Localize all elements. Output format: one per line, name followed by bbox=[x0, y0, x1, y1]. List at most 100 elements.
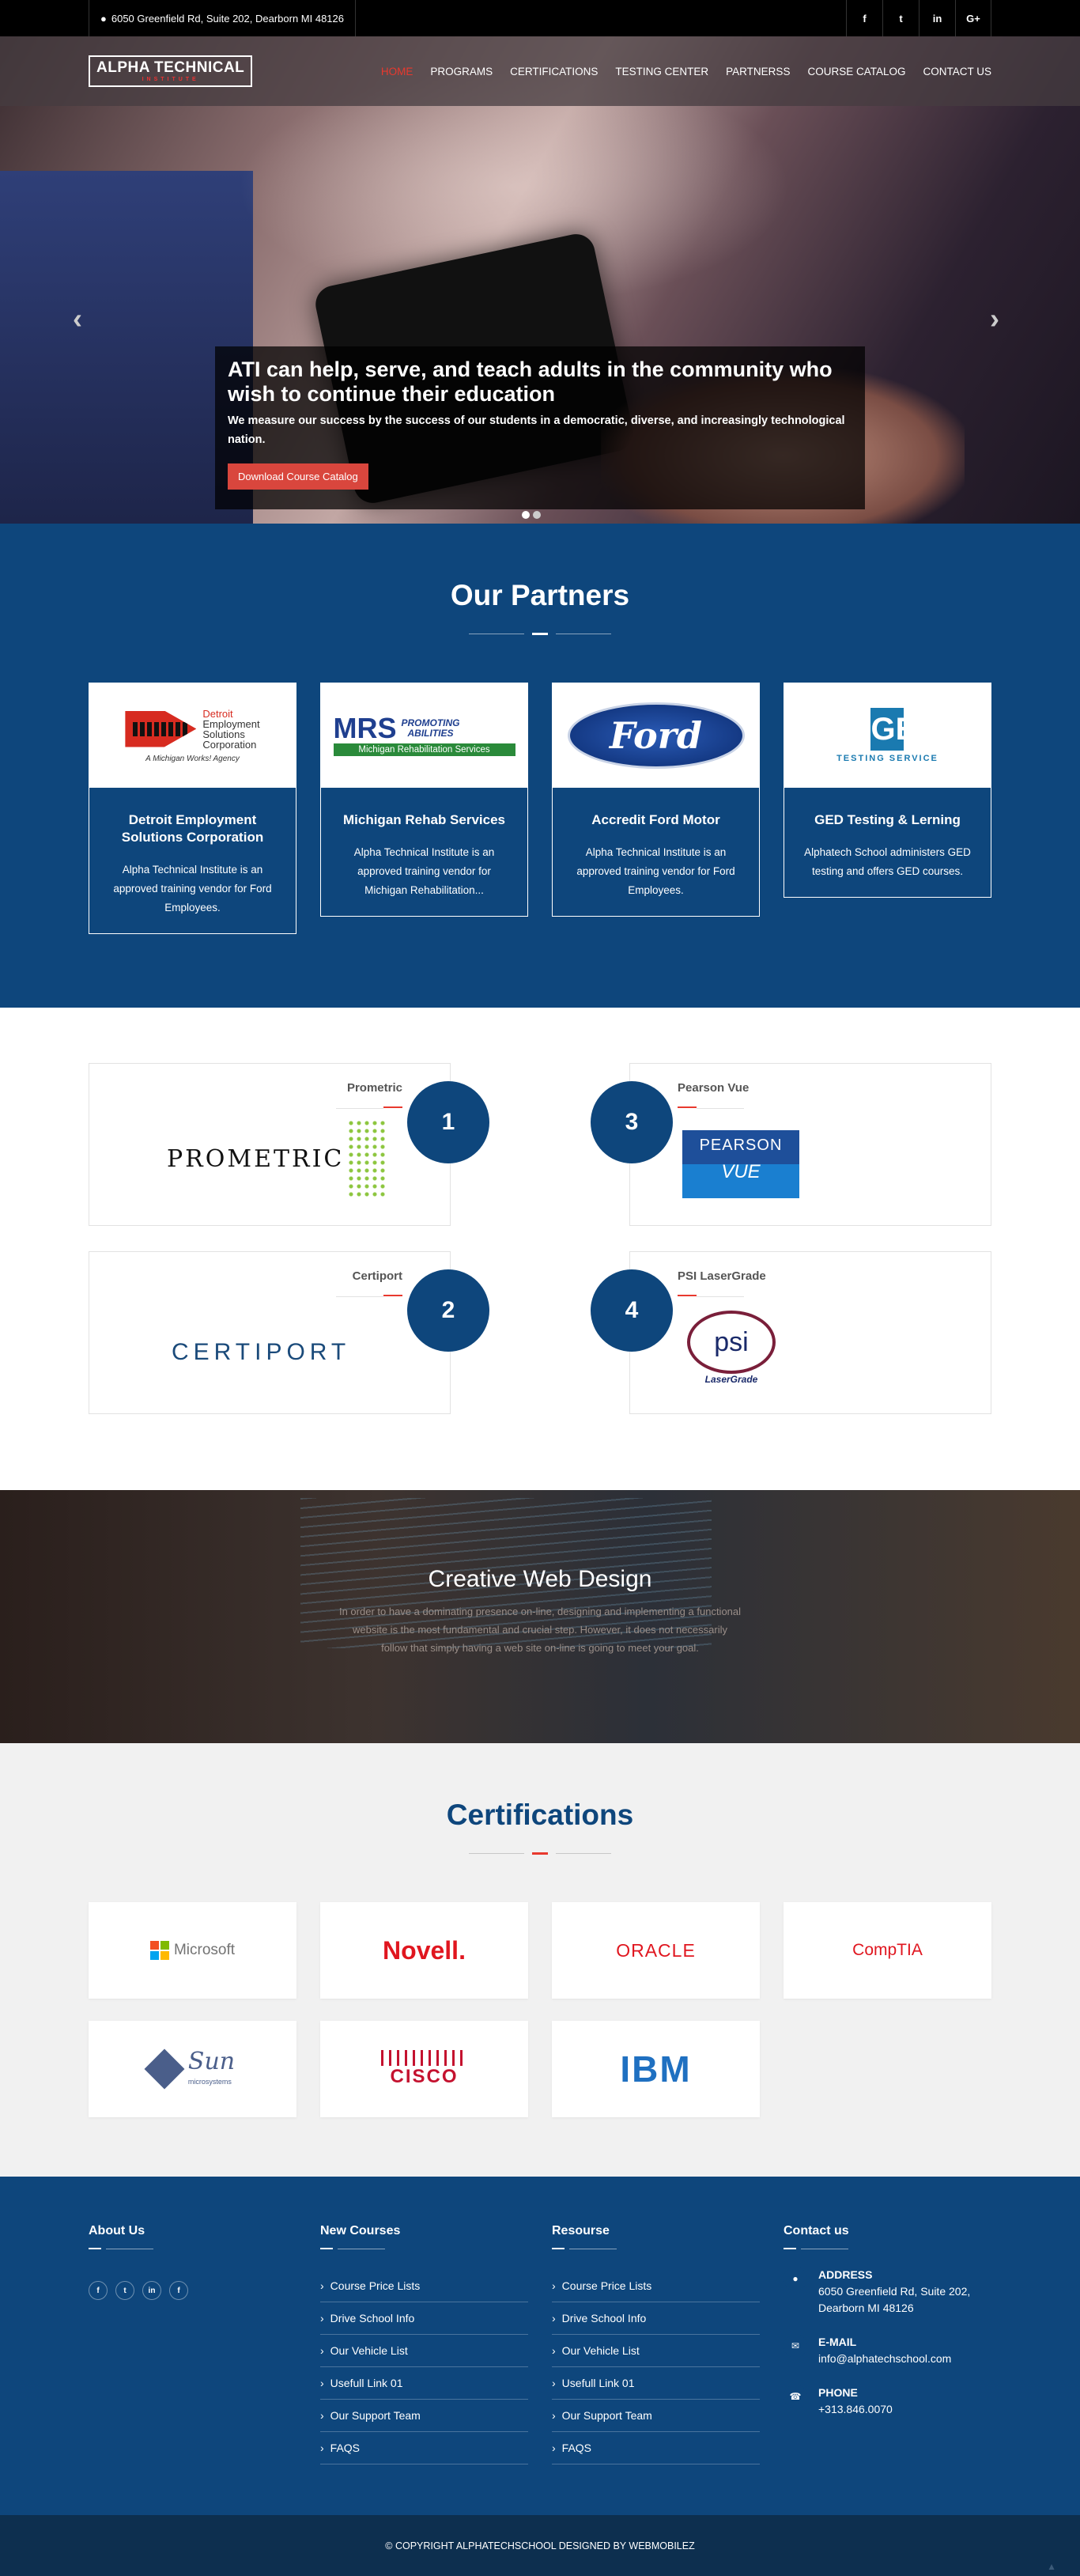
vendor-number: 2 bbox=[407, 1269, 489, 1352]
facebook-icon[interactable]: f bbox=[169, 2281, 188, 2300]
footer-link[interactable]: Our Vehicle List bbox=[552, 2335, 760, 2367]
site-logo[interactable]: ALPHA TECHNICAL INSTITUTE bbox=[89, 55, 253, 87]
partners-title: Our Partners bbox=[450, 579, 630, 611]
prev-slide-icon[interactable]: ‹ bbox=[73, 302, 82, 335]
pearson-vue-logo: PEARSON VUE bbox=[682, 1130, 799, 1198]
slide-dot-1[interactable] bbox=[522, 511, 530, 519]
copyright-text: © COPYRIGHT ALPHATECHSCHOOL DESIGNED BY … bbox=[385, 2540, 695, 2551]
twitter-icon[interactable]: t bbox=[882, 0, 919, 36]
back-to-top-icon[interactable]: ▲ bbox=[1047, 2536, 1056, 2576]
nav-testing-center[interactable]: Testing Center bbox=[615, 66, 708, 78]
hero-text: We measure our success by the success of… bbox=[228, 414, 845, 446]
linkedin-icon[interactable]: in bbox=[142, 2281, 161, 2300]
psi-logo: psi LaserGrade bbox=[687, 1311, 776, 1385]
copyright-bar: © COPYRIGHT ALPHATECHSCHOOL DESIGNED BY … bbox=[0, 2515, 1080, 2576]
footer-link[interactable]: Course Price Lists bbox=[552, 2270, 760, 2302]
partner-card[interactable]: GED TESTING SERVICE GED Testing & Lernin… bbox=[784, 683, 991, 898]
nav-contact[interactable]: Contact Us bbox=[923, 66, 991, 78]
partners-section: Our Partners Detroit Employment Solution… bbox=[0, 524, 1080, 1008]
vendor-box[interactable]: Prometric 1 PROMETRIC bbox=[89, 1063, 489, 1226]
vendor-number: 3 bbox=[591, 1081, 673, 1163]
oracle-logo[interactable]: ORACLE bbox=[552, 1902, 760, 1999]
hero-slider: ALPHA TECHNICAL INSTITUTE Home Programs … bbox=[0, 36, 1080, 524]
partner-text: Alphatech School administers GED testing… bbox=[804, 846, 971, 877]
hero-caption: ATI can help, serve, and teach adults in… bbox=[215, 346, 865, 509]
vendor-box[interactable]: Certiport 2 CERTIPORT bbox=[89, 1251, 489, 1414]
download-catalog-button[interactable]: Download Course Catalog bbox=[228, 463, 368, 490]
footer-link[interactable]: FAQS bbox=[552, 2432, 760, 2464]
partner-name: Accredit Ford Motor bbox=[591, 812, 720, 827]
certiport-logo: CERTIPORT bbox=[172, 1339, 351, 1365]
partner-text: Alpha Technical Institute is an approved… bbox=[576, 846, 735, 896]
phone-icon: ☎ bbox=[784, 2385, 807, 2408]
address-bar: ● 6050 Greenfield Rd, Suite 202, Dearbor… bbox=[89, 0, 356, 36]
footer-contact-title: Contact us bbox=[784, 2224, 849, 2237]
nav-programs[interactable]: Programs bbox=[430, 66, 493, 78]
footer-resource: Resourse Course Price Lists Drive School… bbox=[552, 2224, 760, 2464]
detroit-logo: Detroit Employment Solutions Corporation… bbox=[89, 683, 296, 788]
google-plus-icon[interactable]: G+ bbox=[955, 0, 991, 36]
footer-link[interactable]: Our Vehicle List bbox=[320, 2335, 528, 2367]
map-marker-icon: ● bbox=[784, 2267, 807, 2290]
top-socials: f t in G+ bbox=[846, 0, 991, 36]
comptia-logo[interactable]: CompTIA bbox=[784, 1902, 991, 1999]
ged-logo: GED TESTING SERVICE bbox=[784, 683, 991, 788]
vendor-box[interactable]: Pearson Vue 3 PEARSON VUE bbox=[591, 1063, 991, 1226]
prometric-logo: PROMETRIC bbox=[167, 1119, 387, 1198]
twitter-icon[interactable]: t bbox=[115, 2281, 134, 2300]
footer-about-title: About Us bbox=[89, 2224, 145, 2237]
next-slide-icon[interactable]: › bbox=[990, 302, 999, 335]
vendor-name: PSI LaserGrade bbox=[678, 1269, 766, 1283]
partner-text: Alpha Technical Institute is an approved… bbox=[113, 864, 272, 914]
footer-courses-title: New Courses bbox=[320, 2224, 401, 2237]
ibm-logo[interactable]: IBM bbox=[552, 2021, 760, 2117]
footer-contact: Contact us ● Address 6050 Greenfield Rd, … bbox=[784, 2224, 991, 2464]
footer-link[interactable]: FAQS bbox=[320, 2432, 528, 2464]
footer-link[interactable]: Course Price Lists bbox=[320, 2270, 528, 2302]
hero-title: ATI can help, serve, and teach adults in… bbox=[228, 357, 833, 406]
vendor-name: Prometric bbox=[346, 1081, 402, 1095]
vendor-box[interactable]: PSI LaserGrade 4 psi LaserGrade bbox=[591, 1251, 991, 1414]
slide-dot-2[interactable] bbox=[533, 511, 541, 519]
envelope-icon: ✉ bbox=[784, 2334, 807, 2358]
partner-text: Alpha Technical Institute is an approved… bbox=[353, 846, 495, 896]
footer-new-courses: New Courses Course Price Lists Drive Sch… bbox=[320, 2224, 528, 2464]
slider-dots bbox=[522, 511, 541, 519]
title-separator bbox=[89, 633, 991, 635]
vendor-number: 4 bbox=[591, 1269, 673, 1352]
facebook-icon[interactable]: f bbox=[89, 2281, 108, 2300]
nav-home[interactable]: Home bbox=[381, 66, 413, 78]
map-marker-icon: ● bbox=[100, 12, 107, 25]
partner-name: GED Testing & Lerning bbox=[814, 812, 961, 827]
vendor-name: Certiport bbox=[352, 1269, 402, 1283]
footer-link[interactable]: Our Support Team bbox=[552, 2400, 760, 2432]
cisco-logo[interactable]: CISCO bbox=[320, 2021, 528, 2117]
microsoft-logo[interactable]: Microsoft bbox=[89, 1902, 296, 1999]
partner-card[interactable]: Detroit Employment Solutions Corporation… bbox=[89, 683, 296, 934]
nav-certifications[interactable]: Certifications bbox=[510, 66, 598, 78]
footer-link[interactable]: Drive School Info bbox=[552, 2302, 760, 2335]
footer-link[interactable]: Drive School Info bbox=[320, 2302, 528, 2335]
partner-name: Detroit Employment Solutions Corporation bbox=[121, 812, 264, 845]
sun-logo[interactable]: Sun microsystems bbox=[89, 2021, 296, 2117]
partner-card[interactable]: Ford Accredit Ford Motor Alpha Technical… bbox=[552, 683, 760, 917]
top-address: 6050 Greenfield Rd, Suite 202, Dearborn … bbox=[111, 12, 344, 25]
footer-link[interactable]: Usefull Link 01 bbox=[552, 2367, 760, 2400]
linkedin-icon[interactable]: in bbox=[919, 0, 955, 36]
footer-resource-title: Resourse bbox=[552, 2224, 610, 2237]
footer-link[interactable]: Our Support Team bbox=[320, 2400, 528, 2432]
ford-logo: Ford bbox=[553, 683, 759, 788]
creative-banner: Creative Web Design In order to have a d… bbox=[0, 1490, 1080, 1743]
creative-text: In order to have a dominating presence o… bbox=[338, 1606, 742, 1654]
partner-name: Michigan Rehab Services bbox=[342, 812, 506, 827]
top-bar: ● 6050 Greenfield Rd, Suite 202, Dearbor… bbox=[0, 0, 1080, 36]
novell-logo[interactable]: Novell. bbox=[320, 1902, 528, 1999]
contact-address: ● Address 6050 Greenfield Rd, Suite 202, … bbox=[784, 2267, 991, 2317]
partner-card[interactable]: MRS PROMOTING ABILITIES Michigan Rehabili… bbox=[320, 683, 528, 917]
nav-partners[interactable]: Partnerss bbox=[726, 66, 790, 78]
vendor-name: Pearson Vue bbox=[678, 1081, 750, 1095]
footer-link[interactable]: Usefull Link 01 bbox=[320, 2367, 528, 2400]
facebook-icon[interactable]: f bbox=[846, 0, 882, 36]
nav-course-catalog[interactable]: Course Catalog bbox=[807, 66, 905, 78]
certifications-section: Certifications Microsoft Novell. ORACLE … bbox=[0, 1743, 1080, 2177]
